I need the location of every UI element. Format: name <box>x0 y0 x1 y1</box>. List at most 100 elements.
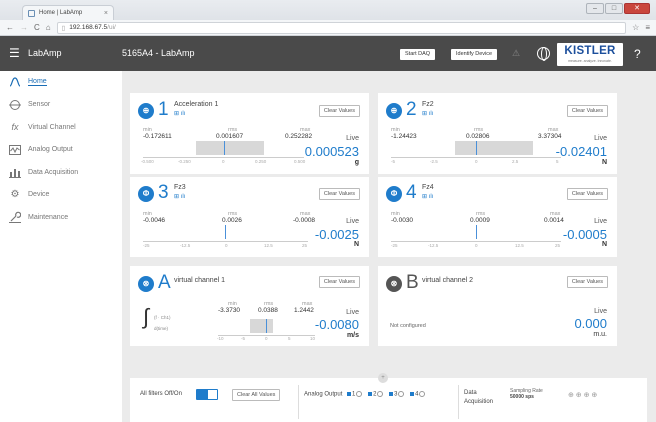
live-value: -0.0005 <box>562 227 607 242</box>
unit-label: g <box>354 159 359 166</box>
expand-panel-icon[interactable]: + <box>378 373 388 383</box>
axis-tick: 0 <box>475 159 478 164</box>
virtual-channel-icon: ⊗ <box>138 276 154 292</box>
not-configured-text: Not configured <box>390 323 426 329</box>
start-daq-button[interactable]: Start DAQ <box>400 49 436 60</box>
waveform-icon <box>9 144 21 156</box>
divider <box>298 385 299 419</box>
filter-chart-icon[interactable]: ⊞ ılı <box>422 110 433 117</box>
rms-value: 0.0026 <box>222 217 242 224</box>
ao-channel-number: 3 <box>394 391 398 398</box>
ao-status-icon <box>419 391 426 397</box>
axis-tick: 0 <box>475 243 478 248</box>
filter-chart-icon[interactable]: ⊞ ılı <box>422 193 433 200</box>
acquisition-channel-icons: ⊕ ⊕ ⊕ ⊕ <box>568 392 598 399</box>
max-value: 0.0014 <box>544 217 564 224</box>
min-value: -0.0030 <box>391 217 414 224</box>
clear-all-values-button[interactable]: Clear All Values <box>232 389 281 401</box>
data-acquisition-label: Data <box>464 390 477 396</box>
unit-label: m/s <box>346 332 359 339</box>
filter-chart-icon[interactable]: ⊞ ılı <box>174 110 185 117</box>
ao-channel-number: 2 <box>373 391 377 398</box>
live-value: 0.000523 <box>304 144 359 159</box>
clear-values-button[interactable]: Clear Values <box>566 105 608 117</box>
axis-tick: 25 <box>555 243 561 248</box>
bookmark-star-icon[interactable]: ☆ <box>632 23 639 32</box>
sidebar-item-data-acquisition[interactable]: Data Acquisition <box>0 161 122 184</box>
axis-tick: -12.5 <box>180 243 191 248</box>
channel-name: virtual channel 1 <box>174 277 225 284</box>
address-input[interactable]: ▯ 192.168.67.5/ui/ <box>56 21 627 34</box>
axis-tick: -5 <box>241 336 246 341</box>
virtual-channel-icon: ⊗ <box>386 276 402 292</box>
axis-tick: -10 <box>217 336 224 341</box>
clear-values-button[interactable]: Clear Values <box>566 276 608 288</box>
live-label: Live <box>346 309 359 316</box>
channel-number: 4 <box>406 182 417 203</box>
channel-card-1: ⊕ 1 Acceleration 1 ⊞ ılı Clear Values mi… <box>130 93 369 174</box>
channel-name: Fz2 <box>422 101 434 108</box>
sidebar-item-analog-output[interactable]: Analog Output <box>0 139 122 162</box>
sidebar-item-sensor[interactable]: Sensor <box>0 94 122 117</box>
force-channel-icon: Φ <box>386 186 402 202</box>
live-value: -0.0080 <box>314 317 359 332</box>
gear-icon: ⚙ <box>10 189 20 201</box>
tab-title: Home | LabAmp <box>39 10 83 16</box>
max-value: 0.252282 <box>285 133 313 140</box>
close-window-button[interactable]: ✕ <box>624 3 650 14</box>
live-label: Live <box>346 135 359 142</box>
sidebar-item-device[interactable]: ⚙ Device <box>0 184 122 207</box>
unit-label: N <box>601 159 607 166</box>
browser-tab[interactable]: Home | LabAmp × <box>22 5 114 20</box>
url-path: /ui/ <box>107 24 116 31</box>
sensor-icon <box>9 99 21 111</box>
channel-name: virtual channel 2 <box>422 277 473 284</box>
browser-menu-icon[interactable]: ≡ <box>645 23 650 32</box>
tab-close-icon[interactable]: × <box>104 10 108 17</box>
maximize-button[interactable]: □ <box>605 3 623 14</box>
home-browser-icon[interactable]: ⌂ <box>46 23 51 32</box>
clear-values-button[interactable]: Clear Values <box>318 188 360 200</box>
channel-card-2: ⊕ 2 Fz2 ⊞ ılı Clear Values min -1.24423 … <box>378 93 617 174</box>
axis-tick: -0.500 <box>141 159 154 164</box>
warning-icon[interactable]: ⚠ <box>512 48 520 59</box>
axis-tick: -5 <box>391 159 396 164</box>
formula-sub: d(time) <box>154 326 169 331</box>
all-filters-toggle[interactable] <box>196 389 218 400</box>
clear-values-button[interactable]: Clear Values <box>318 276 360 288</box>
axis-tick: 5 <box>288 336 291 341</box>
axis-line <box>391 241 561 242</box>
axis-tick: 0.500 <box>294 159 306 164</box>
ao-status-icon <box>356 391 363 397</box>
clear-values-button[interactable]: Clear Values <box>566 188 608 200</box>
clear-values-button[interactable]: Clear Values <box>318 105 360 117</box>
forward-icon[interactable]: → <box>20 23 28 32</box>
live-label: Live <box>594 218 607 225</box>
minimize-button[interactable]: – <box>586 3 604 14</box>
fx-icon: fx <box>11 122 19 133</box>
axis-tick: 5 <box>556 159 559 164</box>
kistler-logo: KISTLER measure. analyze. innovate. <box>557 43 623 66</box>
globe-language-icon[interactable] <box>537 47 550 61</box>
device-name: 5165A4 - LabAmp <box>122 48 195 58</box>
unit-label: N <box>353 241 359 248</box>
sidebar-item-virtual-channel[interactable]: fx Virtual Channel <box>0 116 122 139</box>
filter-chart-icon[interactable]: ⊞ ılı <box>174 193 185 200</box>
channel-number: 3 <box>158 182 169 203</box>
identify-device-button[interactable]: Identify Device <box>451 49 498 60</box>
axis-tick: -25 <box>391 243 398 248</box>
live-marker <box>225 225 227 239</box>
back-icon[interactable]: ← <box>6 23 14 32</box>
rms-value: 0.02806 <box>466 133 490 140</box>
virtual-channel-card-a: ⊗ A virtual channel 1 Clear Values ∫ (f … <box>130 266 369 346</box>
ao-status-square <box>389 392 394 396</box>
live-marker <box>223 141 225 155</box>
sidebar-item-maintenance[interactable]: Maintenance <box>0 206 122 229</box>
sidebar-item-home[interactable]: Home <box>0 71 122 94</box>
reload-icon[interactable]: C <box>34 23 40 32</box>
virtual-channel-letter: B <box>406 272 419 293</box>
hamburger-menu-icon[interactable]: ☰ <box>9 47 20 59</box>
axis-tick: 12.5 <box>264 243 273 248</box>
axis-line <box>143 157 304 158</box>
help-icon[interactable]: ? <box>634 47 641 61</box>
